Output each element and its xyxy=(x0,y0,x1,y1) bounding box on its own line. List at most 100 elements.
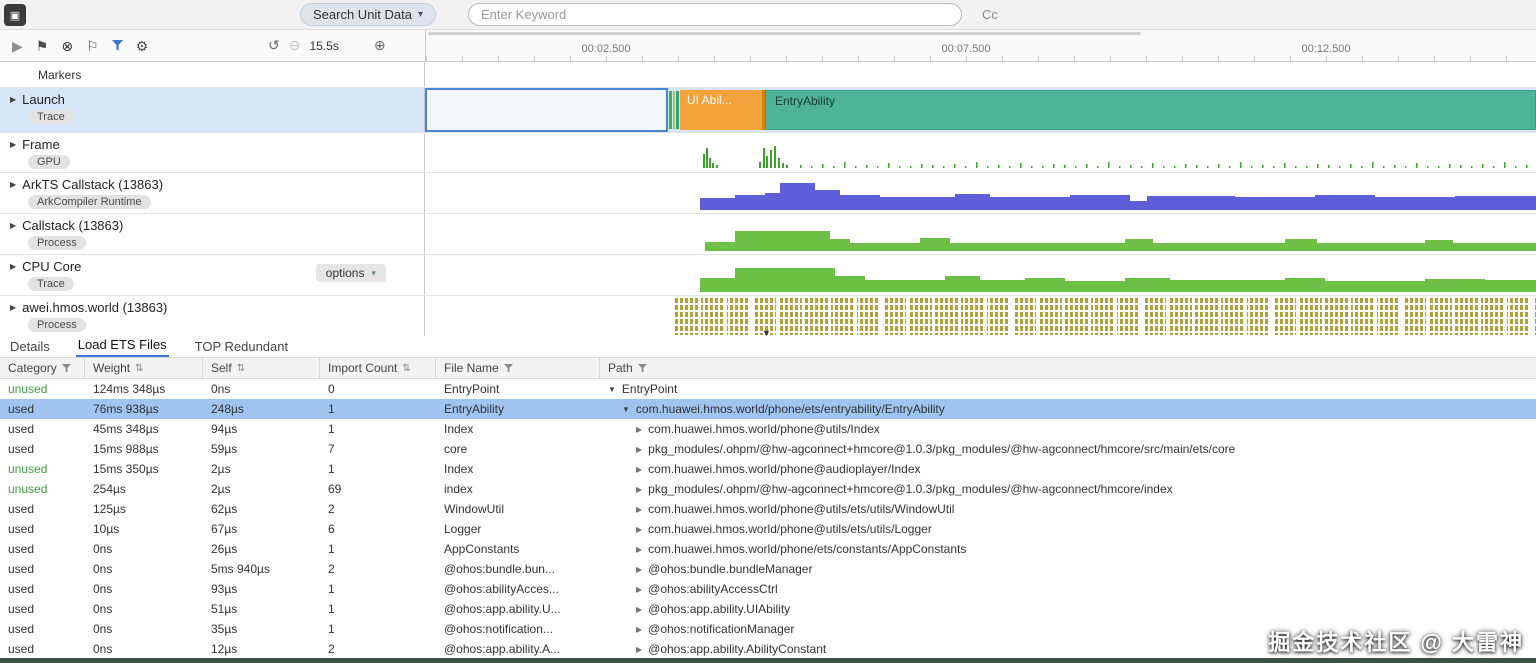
cell-import-count: 1 xyxy=(320,602,436,616)
tree-toggle-icon[interactable]: ▼ xyxy=(608,385,616,394)
tree-toggle-icon[interactable]: ▶ xyxy=(636,625,642,634)
sort-icon[interactable]: ⇅ xyxy=(237,363,245,374)
panel-collapse-handle[interactable]: ▼ xyxy=(762,328,771,338)
cell-file-name: @ohos:app.ability.A... xyxy=(436,642,600,656)
tab-load-ets-files[interactable]: Load ETS Files xyxy=(76,335,169,357)
search-unit-dropdown[interactable]: Search Unit Data ▾ xyxy=(300,3,436,26)
reset-time-icon[interactable]: ↺ xyxy=(268,37,280,54)
ui-ability-span[interactable]: UI Abil... xyxy=(680,90,765,130)
cell-import-count: 2 xyxy=(320,562,436,576)
tree-toggle-icon[interactable]: ▶ xyxy=(636,565,642,574)
table-row[interactable]: used10µs67µs6Logger▶com.huawei.hmos.worl… xyxy=(0,519,1536,539)
tree-toggle-icon[interactable]: ▶ xyxy=(636,425,642,434)
cell-category: used xyxy=(0,582,85,596)
expand-arrow-icon[interactable]: ▶ xyxy=(10,95,16,104)
track-cpu-core[interactable]: ▶ CPU Core Trace options ▾ xyxy=(0,255,1536,296)
filter-icon[interactable] xyxy=(638,364,647,373)
details-tabs: Details Load ETS Files TOP Redundant xyxy=(0,336,1536,358)
match-case-toggle[interactable]: Cc xyxy=(982,7,998,22)
table-body: unused124ms 348µs0ns0EntryPoint▼EntryPoi… xyxy=(0,379,1536,659)
cell-import-count: 1 xyxy=(320,422,436,436)
column-header-weight[interactable]: Weight ⇅ xyxy=(85,358,203,378)
cell-path: ▶pkg_modules/.ohpm/@hw-agconnect+hmcore@… xyxy=(600,482,1536,496)
play-icon[interactable]: ▶ xyxy=(12,39,23,53)
track-badge: Trace xyxy=(28,277,74,291)
cell-file-name: Index xyxy=(436,462,600,476)
table-row[interactable]: used0ns93µs1@ohos:abilityAcces...▶@ohos:… xyxy=(0,579,1536,599)
cell-category: used xyxy=(0,622,85,636)
tree-toggle-icon[interactable]: ▶ xyxy=(636,545,642,554)
settings-gear-icon[interactable]: ⚙ xyxy=(136,39,149,53)
cell-category: unused xyxy=(0,382,85,396)
sort-icon[interactable]: ⇅ xyxy=(135,363,143,374)
tree-toggle-icon[interactable]: ▶ xyxy=(636,485,642,494)
timeline-scroll-thumb[interactable] xyxy=(428,32,1141,35)
thread-state-strips xyxy=(675,298,1536,335)
column-header-file-name[interactable]: File Name xyxy=(436,358,600,378)
table-row[interactable]: unused124ms 348µs0ns0EntryPoint▼EntryPoi… xyxy=(0,379,1536,399)
track-arkts-callstack[interactable]: ▶ ArkTS Callstack (13863) ArkCompiler Ru… xyxy=(0,173,1536,214)
cell-category: used xyxy=(0,542,85,556)
filter-icon[interactable] xyxy=(62,364,71,373)
table-row[interactable]: used0ns51µs1@ohos:app.ability.U...▶@ohos… xyxy=(0,599,1536,619)
tree-toggle-icon[interactable]: ▶ xyxy=(636,465,642,474)
cell-import-count: 2 xyxy=(320,642,436,656)
expand-arrow-icon[interactable]: ▶ xyxy=(10,303,16,312)
tree-toggle-icon[interactable]: ▶ xyxy=(636,505,642,514)
track-frame[interactable]: ▶ Frame GPU xyxy=(0,133,1536,173)
filter-icon[interactable] xyxy=(504,364,513,373)
track-launch[interactable]: ▶ Launch Trace UI Abil... EntryAbility xyxy=(0,88,1536,133)
launch-phase-sliver[interactable] xyxy=(673,91,675,129)
flag-icon[interactable]: ⚑ xyxy=(36,39,49,53)
marker-list-icon[interactable]: ⚐ xyxy=(86,39,99,53)
tab-top-redundant[interactable]: TOP Redundant xyxy=(193,337,290,357)
table-row[interactable]: used0ns26µs1AppConstants▶com.huawei.hmos… xyxy=(0,539,1536,559)
session-icon[interactable]: ▣ xyxy=(4,4,26,26)
timeline-selection-region[interactable] xyxy=(425,88,668,132)
filter-icon[interactable] xyxy=(112,40,123,51)
entry-ability-span[interactable]: EntryAbility xyxy=(765,90,1536,130)
tree-toggle-icon[interactable]: ▶ xyxy=(636,605,642,614)
column-header-path[interactable]: Path xyxy=(600,358,1536,378)
cell-import-count: 7 xyxy=(320,442,436,456)
watermark-text: 掘金技术社区 @ 大雷神 xyxy=(1268,625,1524,657)
sort-icon[interactable]: ⇅ xyxy=(402,363,410,374)
tree-toggle-icon[interactable]: ▶ xyxy=(636,585,642,594)
tree-toggle-icon[interactable]: ▶ xyxy=(636,525,642,534)
cell-import-count: 6 xyxy=(320,522,436,536)
cell-file-name: Index xyxy=(436,422,600,436)
zoom-out-icon[interactable]: ⊖ xyxy=(289,37,301,54)
timeline-ruler[interactable]: 00:02.500 00:07.500 00:12.500 xyxy=(425,30,1536,61)
tab-details[interactable]: Details xyxy=(8,337,52,357)
expand-arrow-icon[interactable]: ▶ xyxy=(10,221,16,230)
table-row[interactable]: used0ns5ms 940µs2@ohos:bundle.bun...▶@oh… xyxy=(0,559,1536,579)
table-row[interactable]: used45ms 348µs94µs1Index▶com.huawei.hmos… xyxy=(0,419,1536,439)
stop-record-icon[interactable]: ⊗ xyxy=(61,39,73,53)
tree-toggle-icon[interactable]: ▶ xyxy=(636,645,642,654)
markers-label: Markers xyxy=(0,62,425,87)
expand-arrow-icon[interactable]: ▶ xyxy=(10,262,16,271)
tree-toggle-icon[interactable]: ▶ xyxy=(636,445,642,454)
expand-arrow-icon[interactable]: ▶ xyxy=(10,180,16,189)
tree-toggle-icon[interactable]: ▼ xyxy=(622,405,630,414)
table-row[interactable]: used15ms 988µs59µs7core▶pkg_modules/.ohp… xyxy=(0,439,1536,459)
cpu-options-dropdown[interactable]: options ▾ xyxy=(316,264,386,282)
expand-arrow-icon[interactable]: ▶ xyxy=(10,140,16,149)
keyword-input[interactable] xyxy=(468,3,962,26)
cell-self: 93µs xyxy=(203,582,320,596)
table-row[interactable]: unused15ms 350µs2µs1Index▶com.huawei.hmo… xyxy=(0,459,1536,479)
cell-weight: 76ms 938µs xyxy=(85,402,203,416)
column-header-import-count[interactable]: Import Count ⇅ xyxy=(320,358,436,378)
track-callstack[interactable]: ▶ Callstack (13863) Process xyxy=(0,214,1536,255)
column-header-self[interactable]: Self ⇅ xyxy=(203,358,320,378)
column-header-category[interactable]: Category xyxy=(0,358,85,378)
table-row[interactable]: used76ms 938µs248µs1EntryAbility▼com.hua… xyxy=(0,399,1536,419)
recording-duration: 15.5s xyxy=(309,39,338,53)
launch-phase-sliver[interactable] xyxy=(676,91,679,129)
cpu-core-chart xyxy=(425,255,1536,295)
table-row[interactable]: used125µs62µs2WindowUtil▶com.huawei.hmos… xyxy=(0,499,1536,519)
zoom-in-icon[interactable]: ⊕ xyxy=(374,37,386,54)
table-row[interactable]: unused254µs2µs69index▶pkg_modules/.ohpm/… xyxy=(0,479,1536,499)
track-name-label: Frame xyxy=(22,137,60,152)
launch-phase-sliver[interactable] xyxy=(669,91,672,129)
